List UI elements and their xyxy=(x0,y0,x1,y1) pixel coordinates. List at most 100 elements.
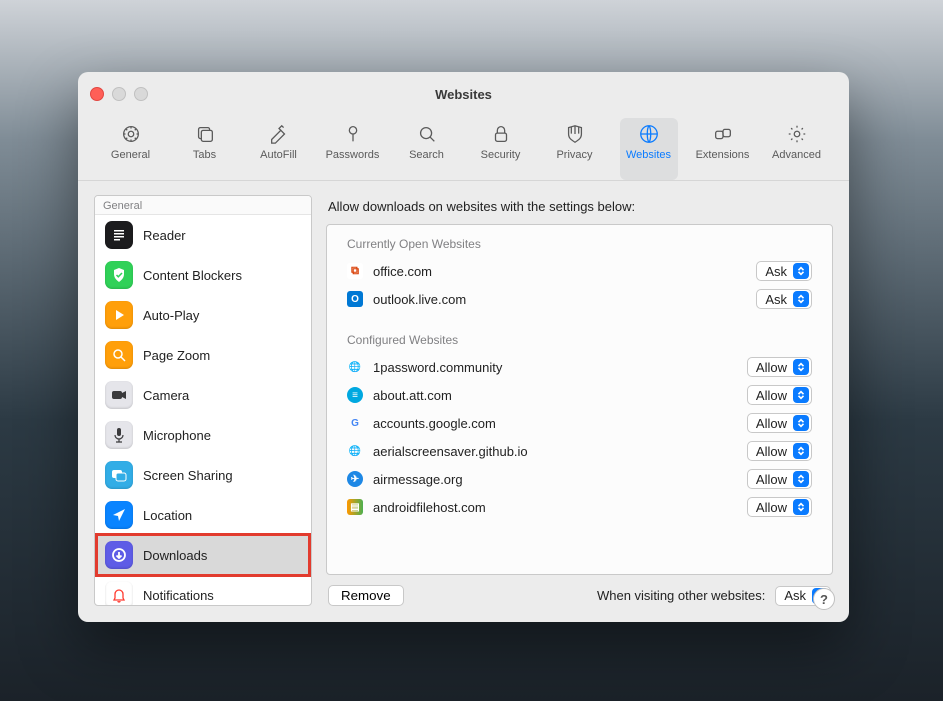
website-setting-value: Ask xyxy=(765,264,787,279)
pane-description: Allow downloads on websites with the set… xyxy=(326,195,833,224)
preferences-toolbar: General Tabs AutoFill Passwords Search Securi… xyxy=(78,116,849,181)
zoom-icon xyxy=(105,341,133,369)
favicon-icon: 🌐 xyxy=(347,443,363,459)
favicon-icon: O xyxy=(347,291,363,307)
website-domain: aerialscreensaver.github.io xyxy=(373,444,737,459)
website-domain: airmessage.org xyxy=(373,472,737,487)
search-icon xyxy=(416,122,438,146)
website-setting-select[interactable]: Ask xyxy=(756,289,812,309)
sidebar-item-label: Content Blockers xyxy=(143,268,242,283)
camera-icon xyxy=(105,381,133,409)
sidebar-header: General xyxy=(95,196,311,215)
chevron-updown-icon xyxy=(793,471,809,487)
website-domain: office.com xyxy=(373,264,746,279)
website-setting-select[interactable]: Allow xyxy=(747,497,812,517)
security-icon xyxy=(490,122,512,146)
minimize-button[interactable] xyxy=(112,87,126,101)
website-list: Currently Open Websites ⧉office.comAskOo… xyxy=(326,224,833,575)
chevron-updown-icon xyxy=(793,415,809,431)
website-setting-value: Allow xyxy=(756,416,787,431)
sidebar-item-downloads[interactable]: Downloads xyxy=(95,535,311,575)
website-setting-select[interactable]: Allow xyxy=(747,469,812,489)
website-setting-value: Allow xyxy=(756,472,787,487)
website-row[interactable]: Gaccounts.google.comAllow xyxy=(327,409,832,437)
settings-pane: Allow downloads on websites with the set… xyxy=(326,195,833,606)
tab-advanced[interactable]: Advanced xyxy=(768,118,826,180)
advanced-icon xyxy=(786,122,808,146)
tab-search[interactable]: Search xyxy=(398,118,456,180)
sidebar-item-label: Downloads xyxy=(143,548,207,563)
sidebar-item-label: Location xyxy=(143,508,192,523)
tab-websites[interactable]: Websites xyxy=(620,118,678,180)
website-row[interactable]: ✈airmessage.orgAllow xyxy=(327,465,832,493)
sidebar-item-auto-play[interactable]: Auto-Play xyxy=(95,295,311,335)
sidebar-item-label: Microphone xyxy=(143,428,211,443)
sidebar-item-location[interactable]: Location xyxy=(95,495,311,535)
tab-security[interactable]: Security xyxy=(472,118,530,180)
window-controls xyxy=(90,87,148,101)
play-icon xyxy=(105,301,133,329)
help-button[interactable]: ? xyxy=(813,588,835,610)
sidebar-item-label: Auto-Play xyxy=(143,308,199,323)
preferences-window: Websites General Tabs AutoFill Passwords Sea… xyxy=(78,72,849,622)
website-setting-select[interactable]: Ask xyxy=(756,261,812,281)
sidebar-item-reader[interactable]: Reader xyxy=(95,215,311,255)
favicon-icon: G xyxy=(347,415,363,431)
website-domain: androidfilehost.com xyxy=(373,500,737,515)
chevron-updown-icon xyxy=(793,499,809,515)
website-row[interactable]: Ooutlook.live.com Ask xyxy=(327,285,832,313)
sidebar-item-page-zoom[interactable]: Page Zoom xyxy=(95,335,311,375)
sidebar-item-microphone[interactable]: Microphone xyxy=(95,415,311,455)
bell-icon xyxy=(105,581,133,605)
website-row[interactable]: 🌐 aerialscreensaver.github.io Allow xyxy=(327,437,832,465)
website-row[interactable]: 🌐1password.communityAllow xyxy=(327,353,832,381)
website-domain: outlook.live.com xyxy=(373,292,746,307)
sidebar-item-camera[interactable]: Camera xyxy=(95,375,311,415)
screens-icon xyxy=(105,461,133,489)
website-setting-value: Allow xyxy=(756,444,787,459)
privacy-icon xyxy=(564,122,586,146)
favicon-icon: ⧉ xyxy=(347,263,363,279)
sidebar-item-screen-sharing[interactable]: Screen Sharing xyxy=(95,455,311,495)
other-websites-label: When visiting other websites: xyxy=(597,588,765,603)
website-domain: 1password.community xyxy=(373,360,737,375)
tab-general[interactable]: General xyxy=(102,118,160,180)
website-setting-value: Allow xyxy=(756,360,787,375)
website-setting-select[interactable]: Allow xyxy=(747,441,812,461)
reader-icon xyxy=(105,221,133,249)
sidebar-item-label: Camera xyxy=(143,388,189,403)
website-row[interactable]: ▤ androidfilehost.com Allow xyxy=(327,493,832,521)
sidebar-item-notifications[interactable]: Notifications xyxy=(95,575,311,605)
tab-autofill[interactable]: AutoFill xyxy=(250,118,308,180)
sidebar-item-content-blockers[interactable]: Content Blockers xyxy=(95,255,311,295)
website-setting-select[interactable]: Allow xyxy=(747,413,812,433)
microphone-icon xyxy=(105,421,133,449)
website-setting-value: Allow xyxy=(756,388,787,403)
general-icon xyxy=(120,122,142,146)
titlebar: Websites xyxy=(78,72,849,116)
favicon-icon: ≡ xyxy=(347,387,363,403)
download-icon xyxy=(105,541,133,569)
tab-privacy[interactable]: Privacy xyxy=(546,118,604,180)
other-websites-value: Ask xyxy=(784,588,806,603)
configured-websites-header: Configured Websites xyxy=(327,327,832,353)
remove-button[interactable]: Remove xyxy=(328,585,404,606)
website-setting-value: Allow xyxy=(756,500,787,515)
passwords-icon xyxy=(342,122,364,146)
website-row[interactable]: ⧉ office.com Ask xyxy=(327,257,832,285)
category-sidebar: General Reader Content Blockers Auto-Play P… xyxy=(94,195,312,606)
zoom-button[interactable] xyxy=(134,87,148,101)
tab-extensions[interactable]: Extensions xyxy=(694,118,752,180)
website-setting-select[interactable]: Allow xyxy=(747,357,812,377)
website-setting-select[interactable]: Allow xyxy=(747,385,812,405)
websites-icon xyxy=(638,122,660,146)
sidebar-item-label: Reader xyxy=(143,228,186,243)
website-row[interactable]: ≡about.att.comAllow xyxy=(327,381,832,409)
tab-tabs[interactable]: Tabs xyxy=(176,118,234,180)
tab-passwords[interactable]: Passwords xyxy=(324,118,382,180)
close-button[interactable] xyxy=(90,87,104,101)
autofill-icon xyxy=(268,122,290,146)
favicon-icon: ▤ xyxy=(347,499,363,515)
tabs-icon xyxy=(194,122,216,146)
shield-icon xyxy=(105,261,133,289)
